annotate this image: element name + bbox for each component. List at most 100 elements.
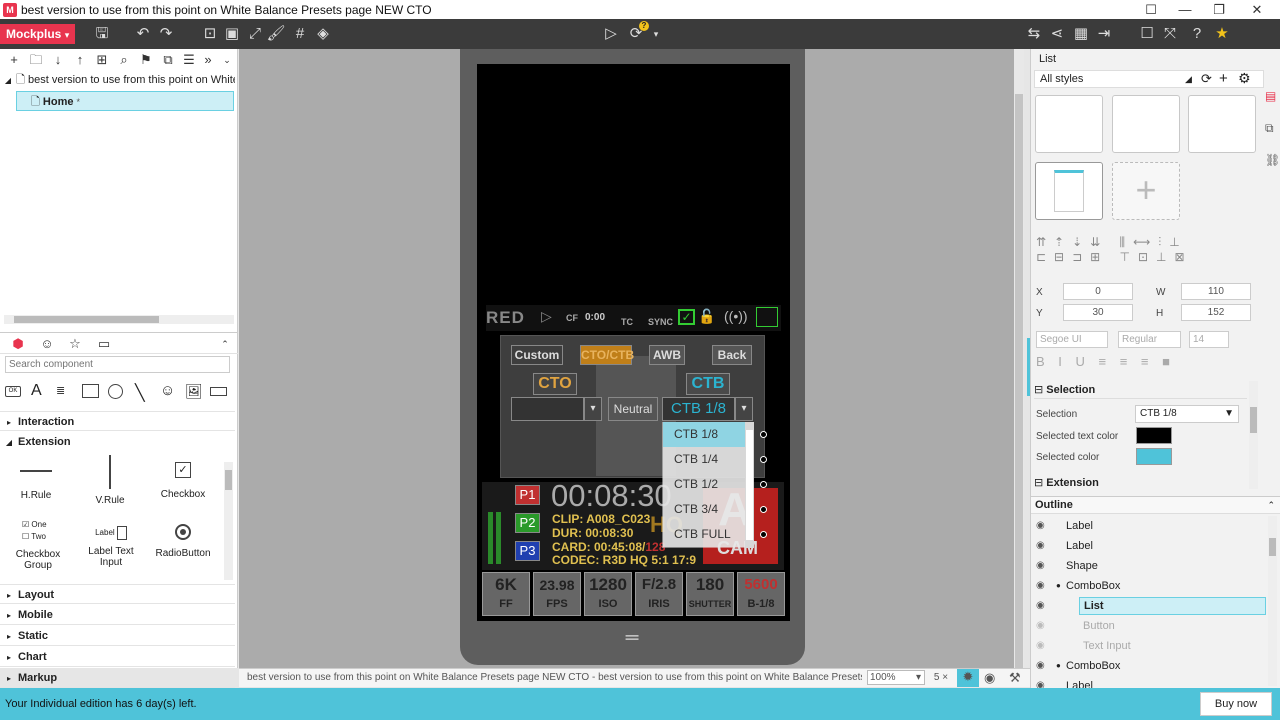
sitemap-icon[interactable]: ⊞ (93, 51, 111, 69)
crop-icon[interactable]: ⊡ (200, 24, 220, 44)
image-component-icon[interactable]: 🖼 (185, 383, 203, 400)
section-layout[interactable]: ▸ Layout (0, 584, 235, 604)
collapse-outline-icon[interactable]: ⌃ (1267, 497, 1275, 513)
extension-section-header[interactable]: ⊟ Extension (1034, 475, 1247, 491)
font-family-select[interactable]: Segoe UI (1036, 331, 1108, 348)
style-thumb-4[interactable] (1035, 162, 1103, 220)
text-format-toolbar[interactable]: B I U ≡ ≡ ≡ ■ (1036, 354, 1175, 369)
stat-fps[interactable]: 23.98 FPS (533, 572, 581, 616)
component-checkbox[interactable]: ✓ Checkbox (153, 454, 213, 504)
custom-button[interactable]: Custom (511, 345, 563, 365)
export-icon[interactable]: ⇥ (1094, 24, 1114, 44)
outline-item[interactable]: ◉ Button (1032, 616, 1267, 636)
resize-handle[interactable] (760, 456, 767, 463)
line-component-icon[interactable]: ╲ (135, 383, 145, 403)
close-window-button[interactable]: ✕ (1240, 0, 1274, 19)
properties-scrollbar[interactable] (1249, 381, 1258, 489)
close-tab-label[interactable]: 5 × (925, 669, 957, 687)
home-bar-icon[interactable]: ═ (614, 628, 650, 646)
eye-hidden-icon[interactable]: ◉ (1036, 636, 1045, 656)
tree-expand-icon[interactable]: ◢ (3, 71, 13, 90)
emoji-tab-icon[interactable]: ☺ (38, 335, 56, 353)
awb-button[interactable]: AWB (649, 345, 685, 365)
stat-iso[interactable]: 1280 ISO (584, 572, 632, 616)
eye-icon[interactable]: ◉ (1036, 596, 1045, 616)
align-toolbar[interactable]: ⇈⇡⇣⇊ ⫼⟷⫶⊥ ⊏⊟⊐⊞ ⊤⊡⊥⊠ (1036, 235, 1276, 275)
eye-icon[interactable]: ◉ (1036, 676, 1045, 688)
collapse-components-icon[interactable]: ⌃ (216, 335, 234, 353)
button-component-icon[interactable]: OK (5, 386, 21, 397)
selection-select[interactable]: CTB 1/8 ▼ (1135, 405, 1239, 423)
text-component-icon[interactable]: A (31, 382, 42, 400)
list-icon[interactable]: ☰ (180, 51, 198, 69)
outline-item[interactable]: ◉ Label (1032, 676, 1267, 688)
outline-item[interactable]: ◉ Label (1032, 536, 1267, 556)
stat-format[interactable]: 6K FF (482, 572, 530, 616)
selected-text-color-swatch[interactable] (1136, 427, 1172, 444)
component-vrule[interactable]: V.Rule (80, 454, 140, 506)
section-extension[interactable]: ◢ Extension (0, 432, 235, 452)
outline-scrollbar[interactable] (1268, 516, 1277, 686)
resize-handle[interactable] (760, 506, 767, 513)
ctb-combo-box[interactable]: CTB 1/8 (662, 397, 735, 421)
outline-item[interactable]: ◉ ● ComboBox (1032, 576, 1267, 596)
h-input[interactable]: 152 (1181, 304, 1251, 321)
more-icon[interactable]: » (199, 51, 217, 69)
section-markup[interactable]: ▸ Markup (0, 668, 235, 688)
section-interaction[interactable]: ▸ Interaction (0, 411, 235, 431)
rectangle-component-icon[interactable] (82, 384, 99, 398)
component-hrule[interactable]: H.Rule (6, 454, 66, 504)
mockplus-menu-button[interactable]: Mockplus ▾ (0, 24, 75, 44)
zoom-select[interactable]: 100% ▾ (867, 670, 925, 685)
preview-eye-icon[interactable]: ◉ (984, 669, 995, 687)
fullscreen-icon[interactable]: ⤧ (1160, 24, 1180, 44)
image-tab-icon[interactable]: ▭ (95, 335, 113, 353)
back-button[interactable]: Back (712, 345, 752, 365)
cto-ctb-button[interactable]: CTO/CTB (580, 345, 634, 365)
style-thumb-3[interactable] (1188, 95, 1256, 153)
selected-color-swatch[interactable] (1136, 448, 1172, 465)
cto-combo-box[interactable] (511, 397, 584, 421)
component-icon[interactable]: ▣ (222, 24, 242, 44)
list-item[interactable]: CTB 1/4 (663, 447, 746, 472)
move-down-icon[interactable]: ↓ (49, 51, 67, 69)
transfer-icon[interactable]: ⇆ (1024, 24, 1044, 44)
y-input[interactable]: 30 (1063, 304, 1133, 321)
font-size-select[interactable]: 14 (1189, 331, 1229, 348)
canvas-vertical-scrollbar[interactable] (1014, 49, 1024, 679)
fill-icon[interactable]: ◈ (313, 24, 333, 44)
section-static[interactable]: ▸ Static (0, 626, 235, 646)
w-input[interactable]: 110 (1181, 283, 1251, 300)
eye-icon[interactable]: ◉ (1036, 516, 1045, 536)
ctb-button[interactable]: CTB (686, 373, 730, 395)
components-scrollbar[interactable] (224, 462, 233, 580)
cto-combo-arrow-icon[interactable]: ▾ (584, 397, 602, 421)
component-tab-icon[interactable]: ⬢ (9, 335, 27, 353)
tools-icon[interactable]: ⚒ (1009, 669, 1021, 687)
outline-item[interactable]: ◉ Text Input (1032, 636, 1267, 656)
save-icon[interactable]: 🖫 (92, 24, 112, 44)
eye-icon[interactable]: ◉ (1036, 556, 1045, 576)
buy-now-button[interactable]: Buy now (1200, 692, 1272, 716)
window-icon[interactable]: ☐ (1137, 24, 1157, 44)
copy-icon[interactable]: ⧉ (159, 51, 177, 69)
outline-item[interactable]: ◉ Shape (1032, 556, 1267, 576)
font-weight-select[interactable]: Regular (1118, 331, 1181, 348)
eye-icon[interactable]: ◉ (1036, 656, 1045, 676)
folder-icon[interactable]: 🗀 (27, 51, 45, 69)
search-icon[interactable]: ⌕ (115, 51, 133, 69)
input-component-icon[interactable] (210, 387, 227, 396)
settings-gear-icon[interactable]: ⚙ (1238, 70, 1251, 87)
flag-icon[interactable]: ⚑ (137, 51, 155, 69)
minimize-button[interactable]: — (1168, 0, 1202, 19)
styles-dropdown[interactable]: All styles ◢ ⟳ + ⚙ (1034, 70, 1264, 88)
outline-item-selected[interactable]: ◉ List (1032, 596, 1267, 616)
section-mobile[interactable]: ▸ Mobile (0, 605, 235, 625)
list-item[interactable]: CTB 1/2 (663, 472, 746, 497)
favorite-tab-icon[interactable]: ☆ (66, 335, 84, 353)
stat-iris[interactable]: F/2.8 IRIS (635, 572, 683, 616)
preset-p1[interactable]: P1 (515, 485, 540, 505)
add-page-icon[interactable]: + (5, 51, 23, 69)
outline-item[interactable]: ◉ Label (1032, 516, 1267, 536)
stat-white-balance[interactable]: 5600 B-1/8 (737, 572, 785, 616)
